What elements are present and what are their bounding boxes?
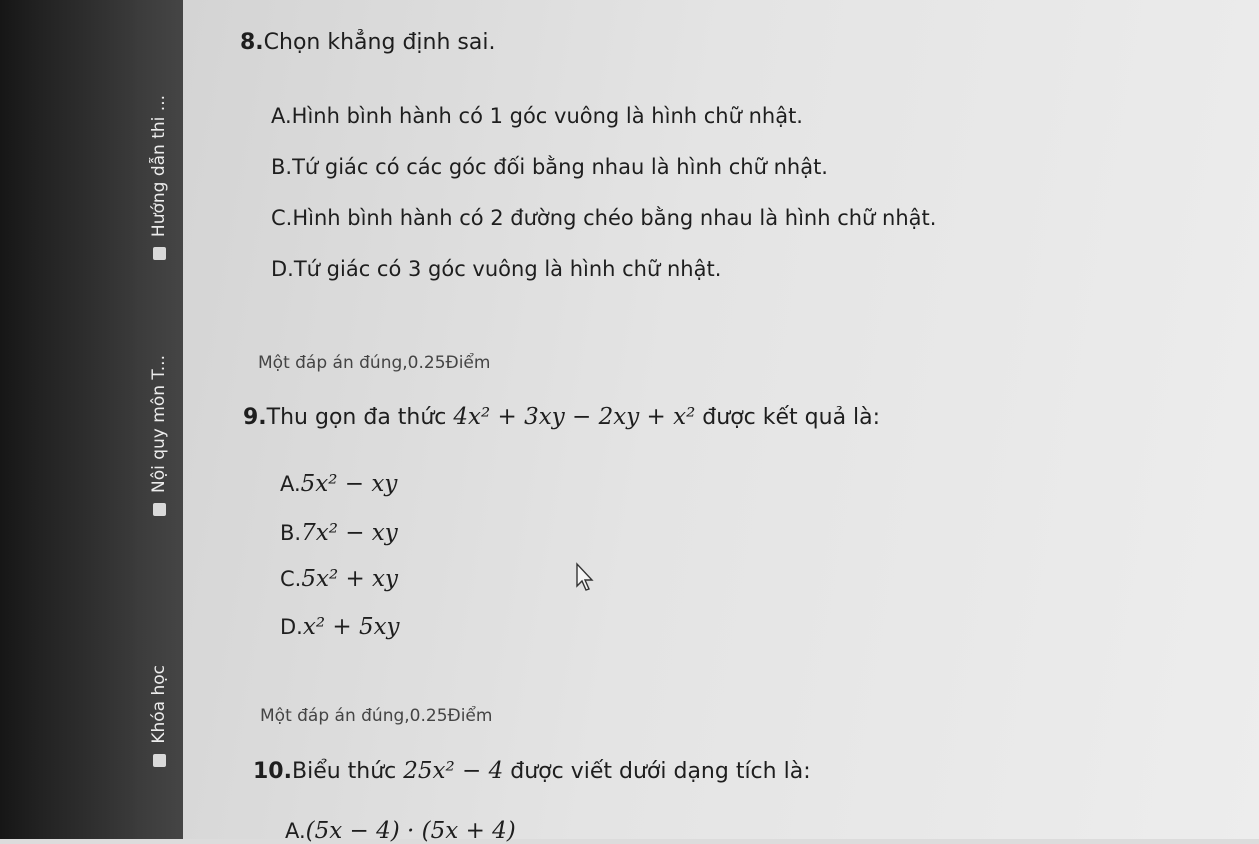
option-expression: 5x² + xy	[301, 566, 399, 592]
question-text-suffix: được viết dưới dạng tích là:	[503, 759, 811, 784]
tab-course-label: Khóa học	[149, 665, 169, 744]
question-8-points: Một đáp án đúng,0.25Điểm	[258, 353, 491, 373]
question-text-prefix: Biểu thức	[291, 759, 404, 784]
question-9-option-d[interactable]: D.x² + 5xy	[280, 614, 400, 640]
question-8-option-c[interactable]: C.Hình bình hành có 2 đường chéo bằng nh…	[271, 206, 936, 230]
option-expression: 5x² − xy	[300, 471, 398, 497]
arrow-cursor-icon	[576, 562, 594, 591]
quiz-content: 8.Chọn khẳng định sai. A.Hình bình hành …	[183, 0, 1259, 844]
question-text-prefix: Thu gọn đa thức	[266, 405, 454, 430]
tab-icon	[152, 247, 166, 261]
question-9-option-c[interactable]: C.5x² + xy	[280, 566, 398, 592]
tab-course-rules[interactable]: Nội quy môn T...	[135, 355, 183, 516]
question-8-title: 8.Chọn khẳng định sai.	[240, 30, 495, 55]
option-prefix: C.	[280, 567, 302, 591]
tab-icon	[152, 503, 166, 516]
tab-icon	[152, 753, 166, 767]
option-prefix: B.	[280, 521, 302, 545]
question-number: 10.	[253, 759, 292, 784]
tab-course-rules-label: Nội quy môn T...	[149, 355, 169, 493]
screen-bezel	[0, 0, 135, 839]
question-text: Chọn khẳng định sai.	[263, 30, 496, 55]
question-expression: 4x² + 3xy − 2xy + x²	[453, 404, 696, 430]
question-10-title: 10.Biểu thức 25x² − 4 được viết dưới dạn…	[253, 758, 811, 784]
question-number: 8.	[240, 30, 264, 55]
tab-exam-guide[interactable]: Hướng dẫn thi ...	[135, 95, 183, 261]
option-prefix: D.	[280, 615, 303, 639]
option-expression: x² + 5xy	[302, 614, 400, 640]
question-number: 9.	[243, 405, 267, 430]
question-9-option-a[interactable]: A.5x² − xy	[280, 471, 397, 497]
option-prefix: A.	[285, 819, 306, 843]
question-9-title: 9.Thu gọn đa thức 4x² + 3xy − 2xy + x² đ…	[243, 404, 880, 430]
question-9-option-b[interactable]: B.7x² − xy	[280, 520, 398, 546]
question-8-option-d[interactable]: D.Tứ giác có 3 góc vuông là hình chữ nhậ…	[271, 257, 721, 281]
tab-exam-guide-label: Hướng dẫn thi ...	[149, 95, 169, 238]
question-text-suffix: được kết quả là:	[695, 405, 881, 430]
tab-course[interactable]: Khóa học	[135, 665, 183, 767]
left-sidebar: Hướng dẫn thi ... Nội quy môn T... Khóa …	[135, 0, 183, 839]
question-expression: 25x² − 4	[403, 758, 504, 784]
option-expression: (5x − 4) · (5x + 4)	[305, 818, 516, 844]
question-8-option-a[interactable]: A.Hình bình hành có 1 góc vuông là hình …	[271, 104, 803, 128]
option-expression: 7x² − xy	[301, 520, 398, 546]
question-10-option-a[interactable]: A.(5x − 4) · (5x + 4)	[285, 818, 516, 844]
question-9-points: Một đáp án đúng,0.25Điểm	[260, 706, 493, 726]
option-prefix: A.	[280, 472, 301, 496]
question-8-option-b[interactable]: B.Tứ giác có các góc đối bằng nhau là hì…	[271, 155, 828, 179]
